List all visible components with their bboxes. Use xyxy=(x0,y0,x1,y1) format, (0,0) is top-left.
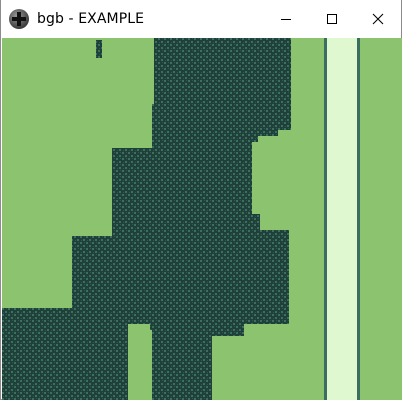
road xyxy=(327,38,357,400)
minimize-icon xyxy=(281,19,291,20)
game-scene xyxy=(2,38,402,400)
close-button[interactable] xyxy=(355,0,401,38)
dpad-icon[interactable] xyxy=(9,9,29,29)
title-bar[interactable]: bgb - EXAMPLE xyxy=(1,0,401,38)
window-title: bgb - EXAMPLE xyxy=(37,11,145,27)
emulator-window: bgb - EXAMPLE xyxy=(0,0,402,400)
small-tree xyxy=(96,40,102,58)
game-screen[interactable] xyxy=(2,38,402,400)
minimize-button[interactable] xyxy=(263,0,309,38)
maximize-button[interactable] xyxy=(309,0,355,38)
grass-pocket xyxy=(130,330,152,400)
maximize-icon xyxy=(327,14,337,24)
road-edge-left xyxy=(322,38,327,400)
window-controls xyxy=(263,0,401,38)
road-edge-right xyxy=(357,38,360,400)
close-icon xyxy=(372,13,384,25)
